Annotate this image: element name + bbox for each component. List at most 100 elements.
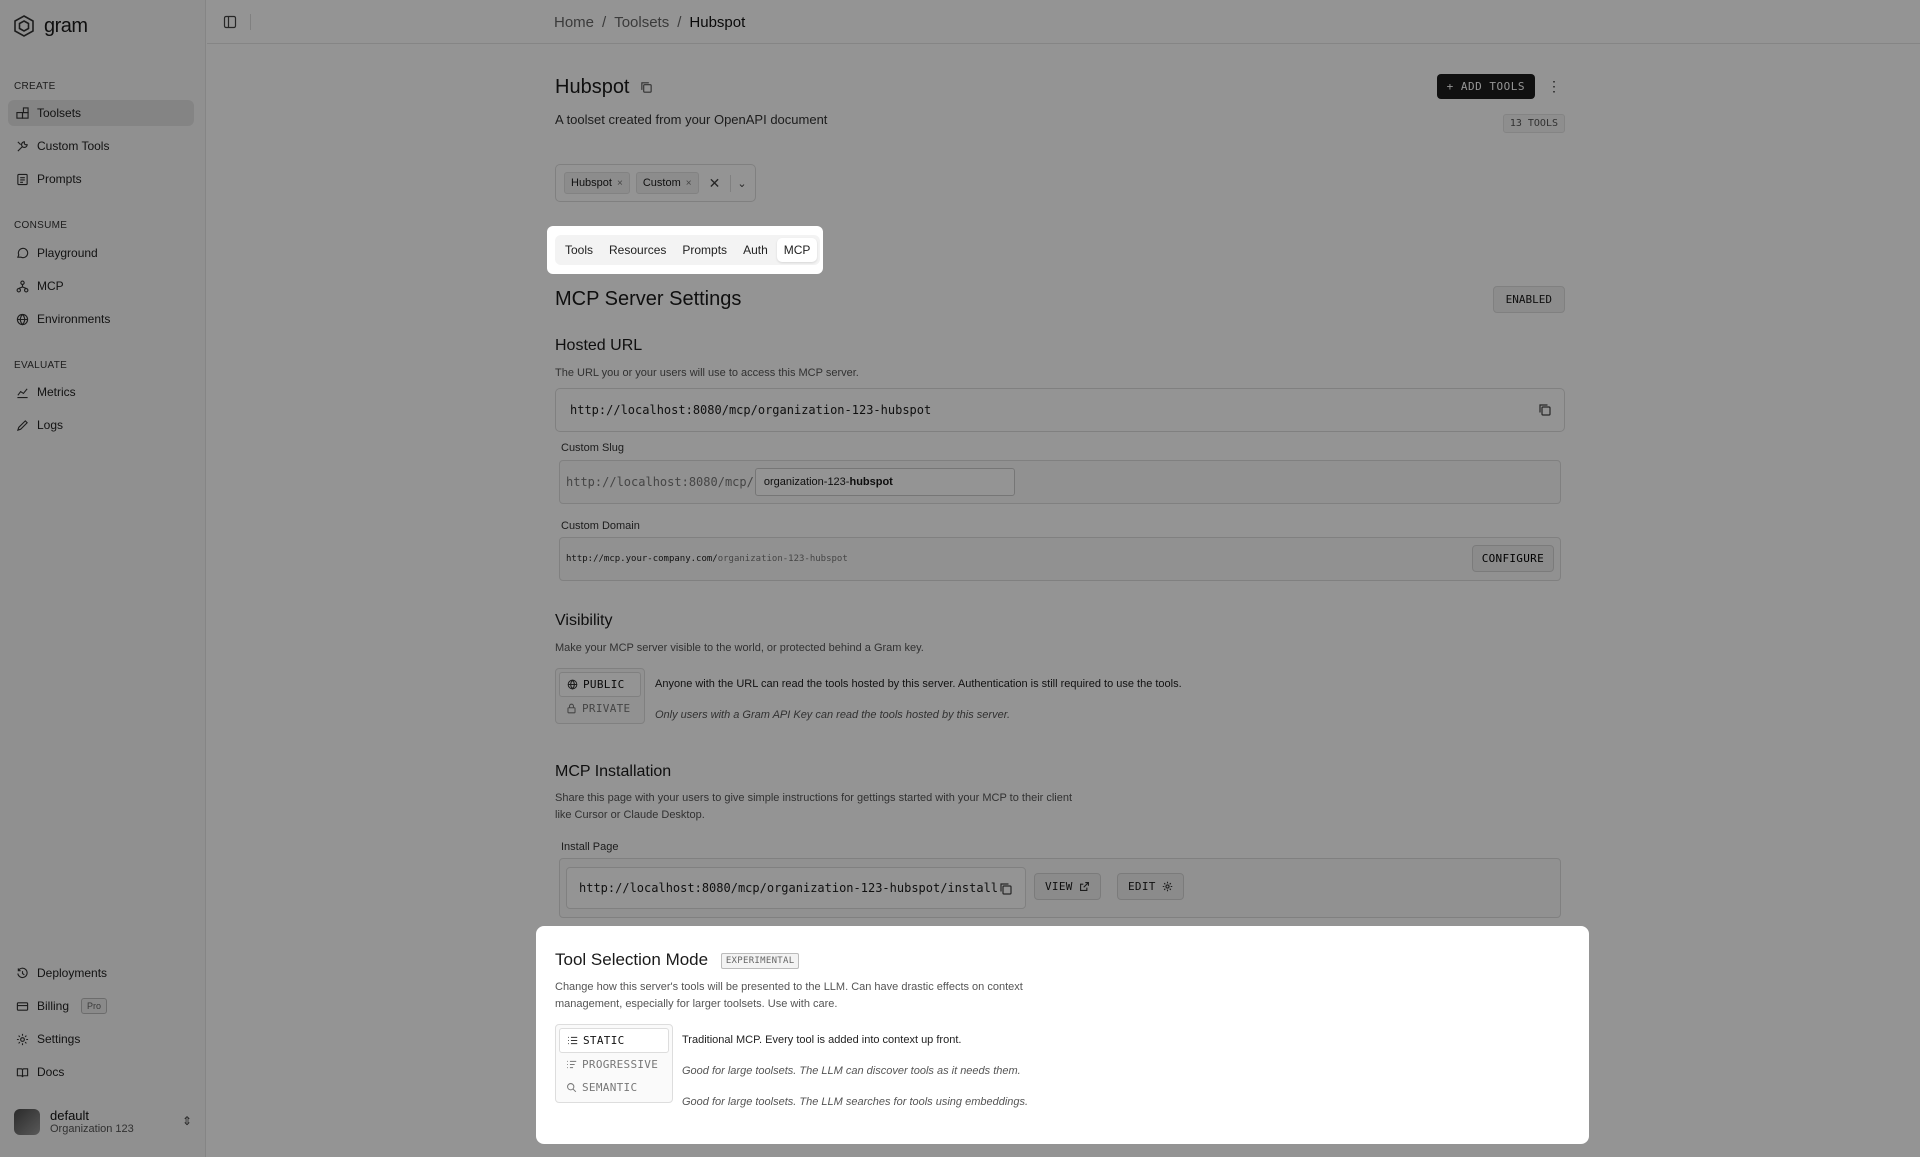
tab-prompts[interactable]: Prompts xyxy=(675,238,734,262)
tool-selection-description-line: management, especially for larger toolse… xyxy=(555,997,838,1010)
sidebar-item-label: Logs xyxy=(37,418,64,432)
pencil-icon xyxy=(16,419,28,431)
status-badge[interactable]: ENABLED xyxy=(1492,286,1565,313)
tool-selection-static-option[interactable]: STATIC xyxy=(559,1028,669,1053)
custom-slug-fieldset: http://localhost:8080/mcp/ organization-… xyxy=(559,460,1561,504)
chevron-down-icon[interactable]: ⌄ xyxy=(737,177,746,190)
card-icon xyxy=(16,1001,29,1011)
tag-chip-label: Custom xyxy=(642,177,681,189)
topbar: Home / Toolsets / Hubspot xyxy=(207,0,1920,44)
remove-tag-icon[interactable]: × xyxy=(686,178,692,189)
tab-tools[interactable]: Tools xyxy=(558,238,600,262)
custom-domain-host: http://mcp.your-company.com/ xyxy=(566,554,718,564)
org-switcher[interactable]: default Organization 123 ⇕ xyxy=(14,1108,192,1135)
tag-chip: Hubspot × xyxy=(564,172,630,194)
tab-resources[interactable]: Resources xyxy=(602,238,673,262)
section-consume-title: CONSUME xyxy=(14,220,68,231)
breadcrumb-separator: / xyxy=(602,14,607,31)
tool-selection-heading: Tool Selection Mode xyxy=(555,950,709,969)
install-page-label: Install Page xyxy=(561,841,619,853)
custom-slug-input[interactable]: organization-123- hubspot xyxy=(754,468,1015,496)
tool-selection-mode-panel: Tool Selection Mode EXPERIMENTAL Change … xyxy=(536,926,1589,1144)
breadcrumb-toolsets[interactable]: Toolsets xyxy=(614,14,669,31)
mcp-installation-description: Share this page with your users to give … xyxy=(555,790,1072,823)
sidebar-item-prompts[interactable]: Prompts xyxy=(8,166,194,192)
mcp-settings-heading: MCP Server Settings xyxy=(555,288,742,310)
sidebar-item-playground[interactable]: Playground xyxy=(8,240,194,266)
more-options-icon[interactable]: ⋮ xyxy=(1543,78,1565,95)
sidebar-toggle-icon[interactable] xyxy=(223,15,237,29)
sidebar-item-metrics[interactable]: Metrics xyxy=(8,379,194,405)
copy-icon[interactable] xyxy=(999,882,1013,896)
visibility-option-label: PUBLIC xyxy=(583,678,625,691)
sidebar-item-logs[interactable]: Logs xyxy=(8,412,194,438)
chevrons-up-down-icon: ⇕ xyxy=(181,1114,192,1128)
sidebar-item-label: Docs xyxy=(37,1065,65,1079)
sidebar-item-billing[interactable]: Billing Pro xyxy=(8,993,194,1019)
brand[interactable]: gram xyxy=(12,14,88,38)
edit-button-label: EDIT xyxy=(1128,880,1156,893)
page-title: Hubspot xyxy=(555,76,630,98)
highlighted-tabs-panel: Tools Resources Prompts Auth MCP xyxy=(547,226,823,274)
tab-auth[interactable]: Auth xyxy=(736,238,775,262)
brand-name: gram xyxy=(44,14,88,37)
sidebar-item-custom-tools[interactable]: Custom Tools xyxy=(8,133,194,159)
tag-chip-label: Hubspot xyxy=(571,177,612,189)
tool-selection-semantic-option[interactable]: SEMANTIC xyxy=(559,1076,669,1099)
edit-install-page-button[interactable]: EDIT xyxy=(1117,873,1184,900)
sidebar-item-label: Metrics xyxy=(37,385,76,399)
add-tools-button[interactable]: + ADD TOOLS xyxy=(1436,74,1535,99)
tool-selection-option-label: STATIC xyxy=(583,1034,625,1047)
visibility-option-label: PRIVATE xyxy=(582,702,631,715)
network-icon xyxy=(16,280,29,292)
toolset-tabs-highlight: Tools Resources Prompts Auth MCP xyxy=(555,235,821,265)
tool-selection-static-description: Traditional MCP. Every tool is added int… xyxy=(682,1034,962,1046)
custom-domain-fieldset: http://mcp.your-company.com/organization… xyxy=(559,537,1561,581)
sidebar-item-deployments[interactable]: Deployments xyxy=(8,960,194,986)
custom-slug-label: Custom Slug xyxy=(561,442,624,454)
section-evaluate-title: EVALUATE xyxy=(14,360,68,371)
sidebar-item-environments[interactable]: Environments xyxy=(8,306,194,332)
history-icon xyxy=(17,967,28,978)
tag-filter-select[interactable]: Hubspot × Custom × ✕ ⌄ xyxy=(555,164,756,202)
mcp-installation-heading: MCP Installation xyxy=(555,763,672,780)
configure-button[interactable]: CONFIGURE xyxy=(1471,545,1554,572)
visibility-public-option[interactable]: PUBLIC xyxy=(559,672,641,697)
slug-prefix: http://localhost:8080/mcp/ xyxy=(566,475,754,489)
tool-selection-radio-group: STATIC PROGRESSIVE SEMANTIC xyxy=(555,1024,673,1103)
hosted-url-description: The URL you or your users will use to ac… xyxy=(555,367,859,379)
copy-icon[interactable] xyxy=(640,81,653,94)
hosted-url-heading: Hosted URL xyxy=(555,337,643,354)
sidebar-item-toolsets[interactable]: Toolsets xyxy=(8,100,194,126)
avatar xyxy=(14,1108,40,1135)
tool-selection-progressive-option[interactable]: PROGRESSIVE xyxy=(559,1053,669,1076)
mcp-installation-description-line: like Cursor or Claude Desktop. xyxy=(555,808,705,821)
slug-value-prefix: organization-123- xyxy=(763,476,850,488)
tool-selection-option-label: PROGRESSIVE xyxy=(582,1058,659,1071)
copy-icon[interactable] xyxy=(1538,403,1552,417)
section-create-title: CREATE xyxy=(14,81,56,92)
custom-domain-label: Custom Domain xyxy=(561,520,640,532)
install-page-fieldset: http://localhost:8080/mcp/organization-1… xyxy=(559,858,1561,918)
visibility-private-option[interactable]: PRIVATE xyxy=(559,697,641,720)
tab-mcp[interactable]: MCP xyxy=(776,238,818,262)
mcp-installation-description-line: Share this page with your users to give … xyxy=(555,792,1073,804)
sidebar-item-label: Playground xyxy=(37,246,98,260)
sidebar-item-docs[interactable]: Docs xyxy=(8,1059,194,1085)
view-install-page-button[interactable]: VIEW xyxy=(1034,873,1101,900)
visibility-heading: Visibility xyxy=(555,612,613,629)
toolsets-icon xyxy=(16,106,29,119)
sidebar-item-mcp[interactable]: MCP xyxy=(8,273,194,299)
breadcrumb-home[interactable]: Home xyxy=(554,14,594,31)
sidebar-item-settings[interactable]: Settings xyxy=(8,1026,194,1052)
sidebar-item-label: Billing xyxy=(37,999,70,1013)
org-name: default xyxy=(50,1108,90,1123)
breadcrumb-separator: / xyxy=(677,14,682,31)
page-description: A toolset created from your OpenAPI docu… xyxy=(555,112,828,127)
custom-domain-path: organization-123-hubspot xyxy=(717,554,848,564)
custom-tools-icon xyxy=(17,140,28,152)
clear-tags-icon[interactable]: ✕ xyxy=(705,174,732,192)
tool-selection-semantic-description: Good for large toolsets. The LLM searche… xyxy=(682,1096,1029,1108)
sidebar-item-label: MCP xyxy=(37,279,64,293)
remove-tag-icon[interactable]: × xyxy=(617,178,623,189)
